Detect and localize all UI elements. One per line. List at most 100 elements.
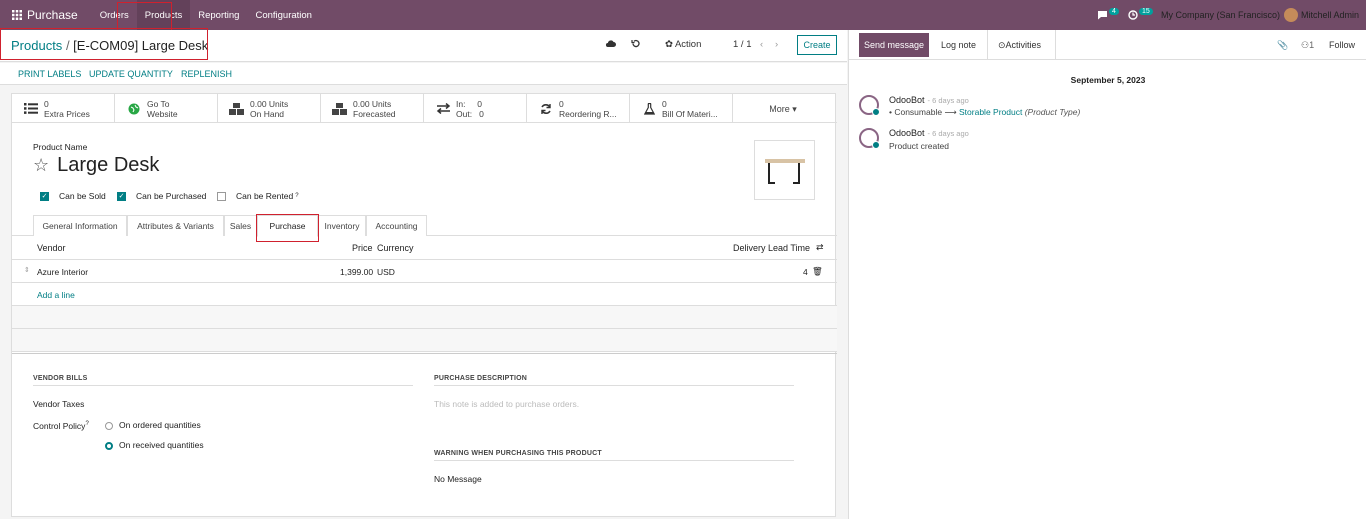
checkbox-checked-icon: ✓ xyxy=(40,191,49,201)
warning-select[interactable]: No Message xyxy=(434,474,482,484)
can-be-purchased-checkbox[interactable]: ✓ Can be Purchased xyxy=(117,191,206,201)
cubes-icon xyxy=(228,102,246,115)
messaging-menu[interactable]: 4 xyxy=(1097,0,1119,30)
extra-prices-count: 0 xyxy=(44,98,49,109)
user-menu[interactable]: Mitchell Admin xyxy=(1284,0,1359,30)
tab-accounting[interactable]: Accounting xyxy=(366,215,427,236)
radio-ordered-quantities[interactable]: On ordered quantities xyxy=(105,420,201,430)
on-hand-button[interactable]: 0.00 Units On Hand xyxy=(218,94,321,123)
smart-buttons: 0 Extra Prices Go To Website 0.00 Units On … xyxy=(12,94,837,123)
product-image[interactable] xyxy=(754,140,815,200)
pager-previous-icon[interactable]: ‹ xyxy=(760,39,763,50)
website-label: Website xyxy=(147,108,178,119)
product-name-label: Product Name xyxy=(33,142,88,152)
can-be-sold-checkbox[interactable]: ✓ Can be Sold xyxy=(40,191,106,201)
pager-value[interactable]: 1 / 1 xyxy=(733,39,752,50)
follow-button[interactable]: Follow xyxy=(1329,40,1355,50)
refresh-icon xyxy=(537,103,555,115)
pager-next-icon[interactable]: › xyxy=(775,39,778,50)
can-be-sold-label: Can be Sold xyxy=(59,191,106,201)
col-delivery-lead-time[interactable]: Delivery Lead Time xyxy=(733,243,810,253)
company-switcher[interactable]: My Company (San Francisco) xyxy=(1161,0,1280,30)
in-out-button[interactable]: In: 0 Out: 0 xyxy=(424,94,527,123)
send-message-button[interactable]: Send message xyxy=(859,33,929,57)
tracking-new-value: Storable Product xyxy=(959,107,1023,117)
menu-products[interactable]: Products xyxy=(136,0,191,30)
purchase-description-input[interactable]: This note is added to purchase orders. xyxy=(434,399,579,409)
bill-of-materials-button[interactable]: 0 Bill Of Materi... xyxy=(630,94,733,123)
followers-count: 1 xyxy=(1309,40,1315,50)
can-be-purchased-label: Can be Purchased xyxy=(136,191,207,201)
reordering-label: Reordering R... xyxy=(559,108,617,119)
trash-icon[interactable]: 🗑 xyxy=(812,266,823,277)
tab-purchase[interactable]: Purchase xyxy=(257,215,318,237)
help-tooltip-icon[interactable]: ? xyxy=(295,193,298,199)
table-row[interactable]: ⇕ Azure Interior 1,399.00 USD 4 🗑 xyxy=(12,260,837,283)
help-tooltip-icon[interactable]: ? xyxy=(85,421,88,427)
notebook-tabs: General Information Attributes & Variant… xyxy=(12,214,837,237)
tracking-value: • Consumable ⟶ Storable Product (Product… xyxy=(889,107,1081,117)
divider xyxy=(12,353,837,354)
paperclip-icon[interactable]: 📎 xyxy=(1277,40,1288,51)
tracking-old-value: Consumable xyxy=(894,107,943,117)
app-name[interactable]: Purchase xyxy=(27,8,78,22)
tab-general-information[interactable]: General Information xyxy=(33,215,127,236)
tab-sales[interactable]: Sales xyxy=(224,215,257,236)
go-to-website-button[interactable]: Go To Website xyxy=(115,94,218,123)
out-count: Out: 0 xyxy=(456,108,484,119)
in-count: In: 0 xyxy=(456,98,482,109)
message-author[interactable]: OdooBot xyxy=(889,128,925,138)
control-policy-label: Control Policy? xyxy=(33,421,89,431)
menu-orders[interactable]: Orders xyxy=(92,0,137,30)
product-name-field[interactable]: ☆ Large Desk xyxy=(33,154,159,177)
print-labels-button[interactable]: PRINT LABELS xyxy=(18,69,81,79)
apps-menu-icon[interactable] xyxy=(7,10,27,20)
extra-prices-button[interactable]: 0 Extra Prices xyxy=(12,94,115,123)
message-author[interactable]: OdooBot xyxy=(889,95,925,105)
divider xyxy=(987,30,988,60)
on-hand-value: 0.00 Units xyxy=(250,98,289,109)
can-be-rented-checkbox[interactable]: Can be Rented? xyxy=(217,191,299,201)
chatter-topbar: Send message Log note ⊙Activities 📎 ⚇1 F… xyxy=(849,30,1366,60)
update-quantity-button[interactable]: UPDATE QUANTITY xyxy=(89,69,173,79)
activity-menu[interactable]: 15 xyxy=(1128,0,1153,30)
tab-attributes-variants[interactable]: Attributes & Variants xyxy=(127,215,224,236)
replenish-button[interactable]: REPLENISH xyxy=(181,69,232,79)
col-vendor[interactable]: Vendor xyxy=(37,243,66,253)
tab-inventory[interactable]: Inventory xyxy=(318,215,366,236)
reordering-rules-button[interactable]: 0 Reordering R... xyxy=(527,94,630,123)
col-currency[interactable]: Currency xyxy=(377,243,414,253)
col-price[interactable]: Price xyxy=(352,243,373,253)
activities-button[interactable]: ⊙Activities xyxy=(998,40,1041,51)
followers-button[interactable]: ⚇1 xyxy=(1301,40,1314,51)
vendor-table-header: Vendor Price Currency Delivery Lead Time… xyxy=(12,236,837,260)
drag-handle-icon[interactable]: ⇕ xyxy=(24,266,30,274)
can-be-rented-label: Can be Rented xyxy=(236,191,294,201)
add-a-line-link[interactable]: Add a line xyxy=(37,290,75,300)
forecasted-button[interactable]: 0.00 Units Forecasted xyxy=(321,94,424,123)
log-note-button[interactable]: Log note xyxy=(941,40,976,50)
optional-columns-icon[interactable]: ⇄ xyxy=(816,242,824,253)
menu-configuration[interactable]: Configuration xyxy=(247,0,320,30)
discard-undo-icon[interactable] xyxy=(631,39,640,48)
list-icon xyxy=(22,103,40,114)
warning-title: WARNING WHEN PURCHASING THIS PRODUCT xyxy=(434,450,602,457)
more-button[interactable]: More ▾ xyxy=(733,94,833,123)
message-date: - 6 days ago xyxy=(927,129,969,138)
user-avatar xyxy=(1284,8,1298,22)
tracking-field: (Product Type) xyxy=(1024,107,1081,117)
chat-icon xyxy=(1098,11,1107,20)
price-cell: 1,399.00 xyxy=(340,267,374,277)
messages-count-badge: 4 xyxy=(1109,7,1119,15)
create-button[interactable]: Create xyxy=(797,35,837,55)
go-to-label: Go To xyxy=(147,98,170,109)
clock-icon: ⊙ xyxy=(998,40,1006,50)
form-view: Products / [E-COM09] Large Desk ✿ Action… xyxy=(0,28,847,519)
radio-received-quantities[interactable]: On received quantities xyxy=(105,440,204,450)
star-icon[interactable]: ☆ xyxy=(33,155,49,176)
menu-reporting[interactable]: Reporting xyxy=(190,0,247,30)
breadcrumb-products[interactable]: Products xyxy=(11,38,62,53)
action-menu-button[interactable]: ✿ Action xyxy=(665,39,701,50)
status-bar: PRINT LABELS UPDATE QUANTITY REPLENISH xyxy=(0,63,847,85)
save-cloud-icon[interactable] xyxy=(605,39,616,48)
